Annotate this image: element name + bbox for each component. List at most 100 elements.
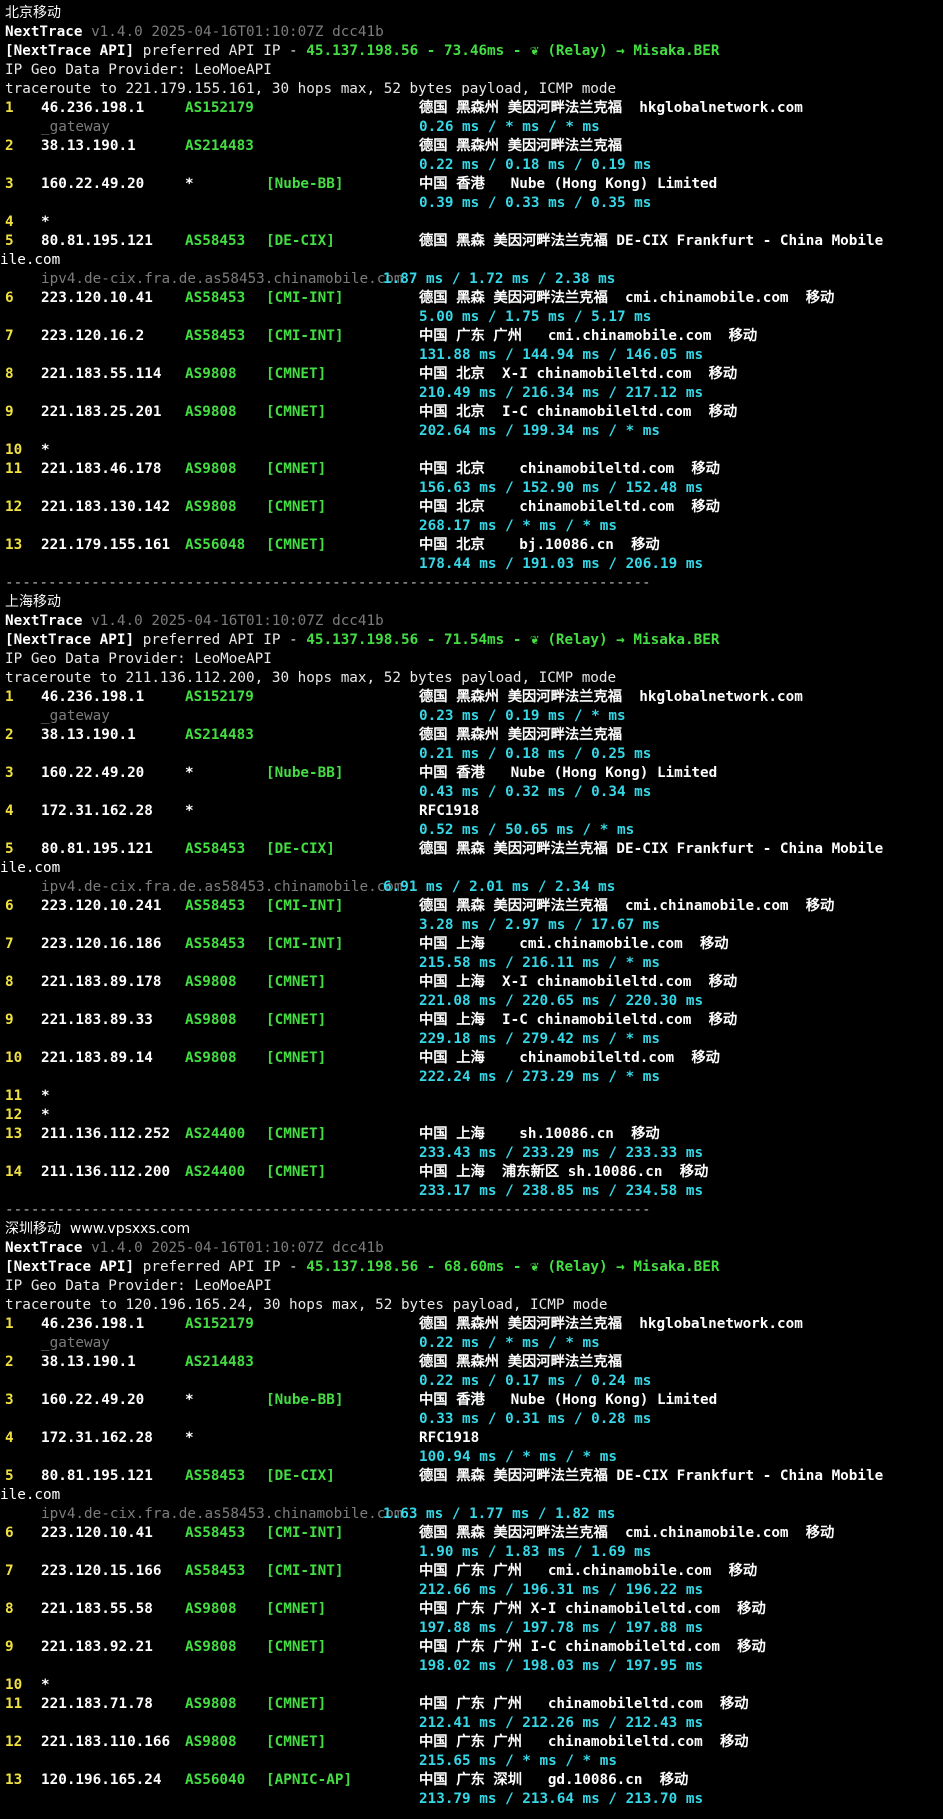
separator-text: ----------------------------------------… [5,1202,651,1218]
hop-tag: [CMNET] [266,1164,327,1180]
hop-geo: RFC1918 [419,803,480,819]
hop-ip: 223.120.10.241 [41,898,162,914]
hop-ip: 38.13.190.1 [41,138,136,154]
hop-ip: 211.136.112.200 [41,1164,171,1180]
hop-asn: * [185,1392,194,1408]
hop-number: 11 [5,1696,23,1712]
hop-geo: 中国 广东 深圳 gd.10086.cn 移动 [419,1772,689,1788]
leaf-icon: ❦ [530,43,548,59]
hop-rtt: 6.91 ms / 2.01 ms / 2.34 ms [383,879,616,895]
hop-rtt: 0.22 ms / * ms / * ms [419,1335,600,1351]
hop-rtt: 1.87 ms / 1.72 ms / 2.38 ms [383,271,616,287]
hop-asn: AS9808 [185,1639,237,1655]
traceroute-line: traceroute to 120.196.165.24, 30 hops ma… [5,1296,608,1315]
hop-number: 13 [5,537,23,553]
hop-ip: 120.196.165.24 [41,1772,162,1788]
relay-text: (Relay) → Misaka.BER [547,632,720,648]
hop-rtt: 1.63 ms / 1.77 ms / 1.82 ms [383,1506,616,1522]
hop-ip: 160.22.49.20 [41,765,145,781]
api-line: [NextTrace API] preferred API IP - 45.13… [5,631,719,650]
hop-geo: 德国 黑森州 美因河畔法兰克福 hkglobalnetwork.com [419,689,803,705]
hop-asn: AS9808 [185,366,237,382]
hop-number: 6 [5,1525,14,1541]
hop-number: 13 [5,1126,23,1142]
nexttrace-version-line: NextTrace v1.4.0 2025-04-16T01:10:07Z dc… [5,612,384,631]
hop-number: 9 [5,404,14,420]
hop-tag: [CMI-INT] [266,290,344,306]
hop-ip: 160.22.49.20 [41,176,145,192]
hop-geo: 中国 广东 广州 chinamobileltd.com 移动 [419,1696,749,1712]
hop-asn: AS214483 [185,727,254,743]
hop-ip: 80.81.195.121 [41,1468,153,1484]
hop-asn: AS56040 [185,1772,246,1788]
traceroute-line: traceroute to 211.136.112.200, 30 hops m… [5,669,616,688]
hop-rtt: 0.23 ms / 0.19 ms / * ms [419,708,626,724]
hop-rtt: 210.49 ms / 216.34 ms / 217.12 ms [419,385,704,401]
hop-geo: 德国 黑森州 美因河畔法兰克福 [419,1354,623,1370]
hop-number: 13 [5,1772,23,1788]
hop-tag: [APNIC-AP] [266,1772,353,1788]
hop-tag: [CMNET] [266,1126,327,1142]
api-line: [NextTrace API] preferred API IP - 45.13… [5,42,719,61]
hop-asn: * [185,765,194,781]
section-title: 上海移动 [5,593,61,612]
hop-rtt: 178.44 ms / 191.03 ms / 206.19 ms [419,556,704,572]
hop-number: 3 [5,176,14,192]
hop-number: 6 [5,290,14,306]
hop-rtt: 0.39 ms / 0.33 ms / 0.35 ms [419,195,652,211]
version-gap [82,24,91,40]
hop-number: 12 [5,499,23,515]
hop-tag: [CMI-INT] [266,936,344,952]
section-title-text: 深圳移动 [5,1221,61,1237]
hop-ip: 172.31.162.28 [41,1430,153,1446]
hop-tag: [CMNET] [266,974,327,990]
leaf-icon: ❦ [530,1259,548,1275]
hop-ip: 211.136.112.252 [41,1126,171,1142]
hop-number: 10 [5,442,23,458]
hop-number: 3 [5,765,14,781]
hop-tag: [CMNET] [266,1601,327,1617]
hop-number: 7 [5,936,14,952]
hop-ip: * [41,1088,50,1104]
hop-rtt: 0.21 ms / 0.18 ms / 0.25 ms [419,746,652,762]
hop-tag: [CMNET] [266,1696,327,1712]
hop-rtt: 0.43 ms / 0.32 ms / 0.34 ms [419,784,652,800]
hop-rtt: 215.58 ms / 216.11 ms / * ms [419,955,661,971]
hop-rtt: 233.17 ms / 238.85 ms / 234.58 ms [419,1183,704,1199]
hop-rtt: 212.66 ms / 196.31 ms / 196.22 ms [419,1582,704,1598]
api-latency: - 68.60ms - [418,1259,531,1275]
hop-tag: [DE-CIX] [266,233,335,249]
section-title-text: 北京移动 [5,5,61,21]
section-title: 深圳移动 www.vpsxxs.com [5,1220,190,1239]
api-text: preferred API IP - [134,632,307,648]
hop-asn: AS9808 [185,461,237,477]
hop-ip: 221.183.110.166 [41,1734,171,1750]
hop-ip: * [41,1677,50,1693]
hop-number: 1 [5,689,14,705]
hop-tag: [CMI-INT] [266,1525,344,1541]
hop-rtt: 212.41 ms / 212.26 ms / 212.43 ms [419,1715,704,1731]
hop-asn: AS58453 [185,290,246,306]
hop-number: 6 [5,898,14,914]
hop-ip: 221.183.130.142 [41,499,171,515]
hop-tag: [DE-CIX] [266,1468,335,1484]
hop-rtt: 0.22 ms / 0.17 ms / 0.24 ms [419,1373,652,1389]
hop-number: 8 [5,974,14,990]
hop-rtt: 221.08 ms / 220.65 ms / 220.30 ms [419,993,704,1009]
hop-geo: 中国 香港 Nube (Hong Kong) Limited [419,176,718,192]
api-latency: - 71.54ms - [418,632,531,648]
hop-geo: 德国 黑森 美因河畔法兰克福 DE-CIX Frankfurt - China … [419,841,884,857]
hop-geo: RFC1918 [419,1430,480,1446]
hop-number: 3 [5,1392,14,1408]
hop-asn: AS58453 [185,841,246,857]
hop-tag: [CMNET] [266,1734,327,1750]
geo-provider-line: IP Geo Data Provider: LeoMoeAPI [5,61,272,80]
hop-asn: AS9808 [185,1050,237,1066]
traceroute-text: traceroute to 221.179.155.161, 30 hops m… [5,81,617,97]
hop-geo: 中国 上海 chinamobileltd.com 移动 [419,1050,720,1066]
api-label: [NextTrace API] [5,1259,135,1275]
api-label: [NextTrace API] [5,43,135,59]
hop-ip: 46.236.198.1 [41,1316,145,1332]
api-ip: 45.137.198.56 [306,43,419,59]
hop-rtt: 1.90 ms / 1.83 ms / 1.69 ms [419,1544,652,1560]
